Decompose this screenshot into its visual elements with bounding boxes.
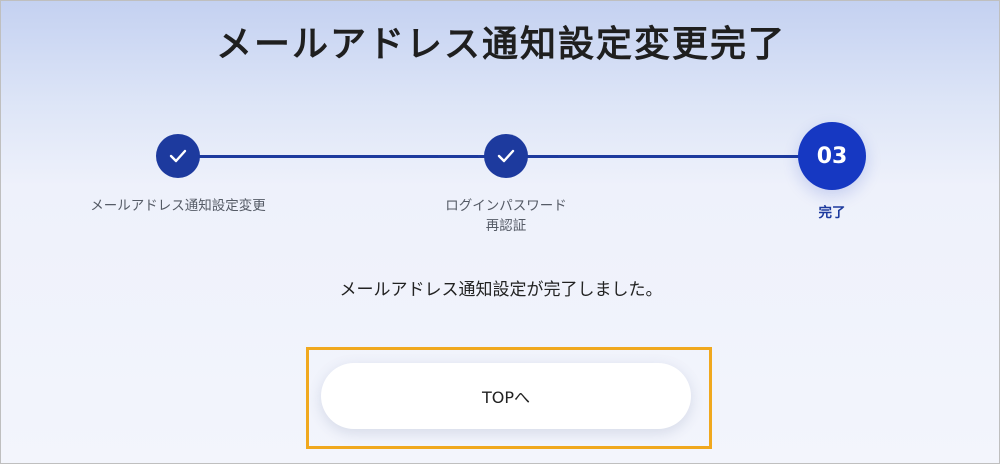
step-2-indicator: [484, 134, 528, 178]
completion-message: メールアドレス通知設定が完了しました。: [339, 280, 663, 300]
step-2-label-line1: ログインパスワード: [445, 198, 567, 214]
step-2-label-line2: 再認証: [485, 218, 527, 234]
step-3-indicator: 03: [798, 122, 866, 190]
check-icon: [497, 149, 515, 163]
page-frame: メールアドレス通知設定変更完了 03 メールアドレス通知設定変更 ログインパスワ…: [0, 0, 1000, 464]
step-2-label: ログインパスワード 再認証: [406, 196, 606, 236]
step-3-label: 完了: [818, 205, 846, 221]
check-icon: [169, 149, 187, 163]
top-button-label: TOPへ: [481, 388, 531, 407]
step-1-indicator: [156, 134, 200, 178]
page-title: メールアドレス通知設定変更完了: [215, 24, 786, 65]
top-button[interactable]: TOPへ: [321, 363, 691, 429]
step-1-label: メールアドレス通知設定変更: [90, 198, 266, 214]
